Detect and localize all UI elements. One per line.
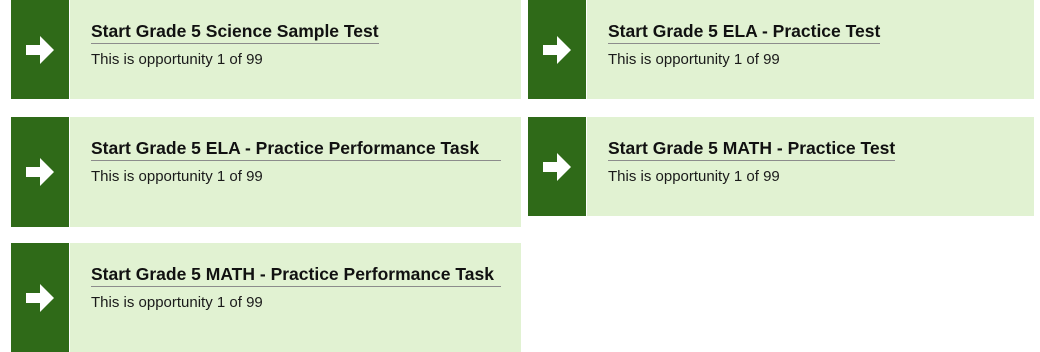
card-title[interactable]: Start Grade 5 MATH - Practice Test <box>608 137 896 161</box>
test-card-math-performance-task[interactable]: Start Grade 5 MATH - Practice Performanc… <box>11 243 521 352</box>
card-subtitle: This is opportunity 1 of 99 <box>91 168 263 185</box>
start-arrow-button[interactable] <box>11 243 70 352</box>
start-arrow-button[interactable] <box>528 0 587 99</box>
test-card-math-practice[interactable]: Start Grade 5 MATH - Practice Test This … <box>528 117 1034 216</box>
start-arrow-button[interactable] <box>11 117 70 227</box>
card-content: Start Grade 5 ELA - Practice Performance… <box>70 117 521 227</box>
card-subtitle: This is opportunity 1 of 99 <box>608 168 780 185</box>
card-content: Start Grade 5 ELA - Practice Test This i… <box>587 0 1034 99</box>
test-card-science-sample[interactable]: Start Grade 5 Science Sample Test This i… <box>11 0 521 99</box>
start-arrow-button[interactable] <box>528 117 587 216</box>
test-card-ela-practice[interactable]: Start Grade 5 ELA - Practice Test This i… <box>528 0 1034 99</box>
test-card-ela-performance-task[interactable]: Start Grade 5 ELA - Practice Performance… <box>11 117 521 227</box>
right-arrow-icon <box>26 283 54 312</box>
right-arrow-icon <box>26 158 54 186</box>
card-subtitle: This is opportunity 1 of 99 <box>91 294 263 311</box>
start-arrow-button[interactable] <box>11 0 70 99</box>
right-arrow-icon <box>26 35 54 64</box>
card-subtitle: This is opportunity 1 of 99 <box>91 51 263 68</box>
card-title[interactable]: Start Grade 5 MATH - Practice Performanc… <box>91 263 501 287</box>
card-content: Start Grade 5 MATH - Practice Performanc… <box>70 243 521 352</box>
card-content: Start Grade 5 MATH - Practice Test This … <box>587 117 1034 216</box>
right-arrow-icon <box>543 152 571 181</box>
card-content: Start Grade 5 Science Sample Test This i… <box>70 0 521 99</box>
card-subtitle: This is opportunity 1 of 99 <box>608 51 780 68</box>
right-arrow-icon <box>543 35 571 64</box>
card-title[interactable]: Start Grade 5 Science Sample Test <box>91 20 379 44</box>
card-title[interactable]: Start Grade 5 ELA - Practice Test <box>608 20 881 44</box>
card-title[interactable]: Start Grade 5 ELA - Practice Performance… <box>91 137 501 161</box>
